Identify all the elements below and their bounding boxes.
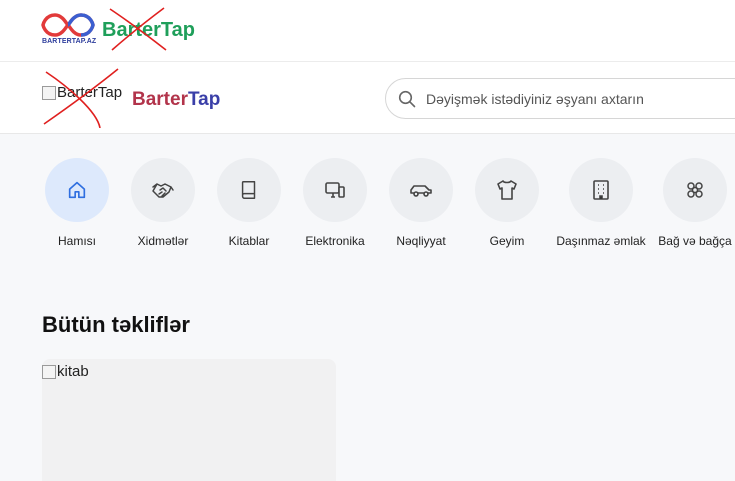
category-label: Geyim (489, 234, 525, 248)
category-icon-circle (303, 158, 367, 222)
search-input[interactable] (426, 88, 726, 110)
section-title: Bütün təkliflər (42, 312, 190, 337)
brand-part1: Barter (132, 89, 188, 110)
broken-image-icon (42, 85, 56, 100)
book-icon (241, 181, 256, 199)
search-bar[interactable] (385, 78, 735, 119)
category-all[interactable]: Hamısı (32, 158, 122, 248)
header-logo-alt: BarterTap (57, 84, 123, 101)
header-brand[interactable]: BarterTap (132, 89, 220, 111)
search-icon (398, 90, 416, 108)
broken-image-icon (42, 364, 56, 379)
header-logo-image[interactable]: BarterTap (42, 84, 122, 101)
category-icon-circle (217, 158, 281, 222)
car-icon (410, 185, 432, 197)
handshake-icon (152, 183, 174, 198)
category-garden[interactable]: Bağ və bağça (650, 158, 735, 248)
category-icon-circle (131, 158, 195, 222)
logo-caption: BARTERTAP.AZ (42, 38, 97, 45)
listing-image-alt: kitab (57, 363, 89, 380)
main-header: BarterTap BarterTap (0, 62, 735, 134)
category-icon-circle (389, 158, 453, 222)
home-icon (68, 181, 86, 199)
top-logo-bar: BARTERTAP.AZ BarterTap (0, 0, 735, 62)
category-row: Hamısı Xidmətlər Kitablar Elektronika Nə… (0, 158, 735, 258)
category-transport[interactable]: Nəqliyyat (376, 158, 466, 248)
shirt-icon (497, 180, 517, 200)
category-electronics[interactable]: Elektronika (290, 158, 380, 248)
flower-icon (687, 182, 703, 198)
category-label: Elektronika (305, 234, 365, 248)
logo-word-part2: Tap (160, 19, 195, 41)
logo-wordmark[interactable]: BarterTap (102, 19, 195, 42)
category-label: Hamısı (57, 234, 96, 248)
listing-image[interactable]: kitab (42, 363, 89, 380)
category-icon-circle (45, 158, 109, 222)
category-services[interactable]: Xidmətlər (118, 158, 208, 248)
listing-card[interactable]: kitab (42, 359, 336, 481)
logo-word-part1: Barter (102, 19, 161, 41)
category-label: Xidmətlər (137, 234, 189, 248)
category-icon-circle (663, 158, 727, 222)
category-label: Bağ və bağça (658, 234, 732, 248)
brand-part2: Tap (187, 89, 221, 110)
category-clothing[interactable]: Geyim (462, 158, 552, 248)
devices-icon (325, 182, 345, 198)
building-icon (593, 180, 609, 200)
category-real-estate[interactable]: Daşınmaz əmlak (556, 158, 646, 248)
category-label: Nəqliyyat (396, 234, 446, 248)
category-icon-circle (475, 158, 539, 222)
category-label: Daşınmaz əmlak (556, 234, 646, 248)
category-books[interactable]: Kitablar (204, 158, 294, 248)
category-label: Kitablar (228, 234, 270, 248)
category-icon-circle (569, 158, 633, 222)
